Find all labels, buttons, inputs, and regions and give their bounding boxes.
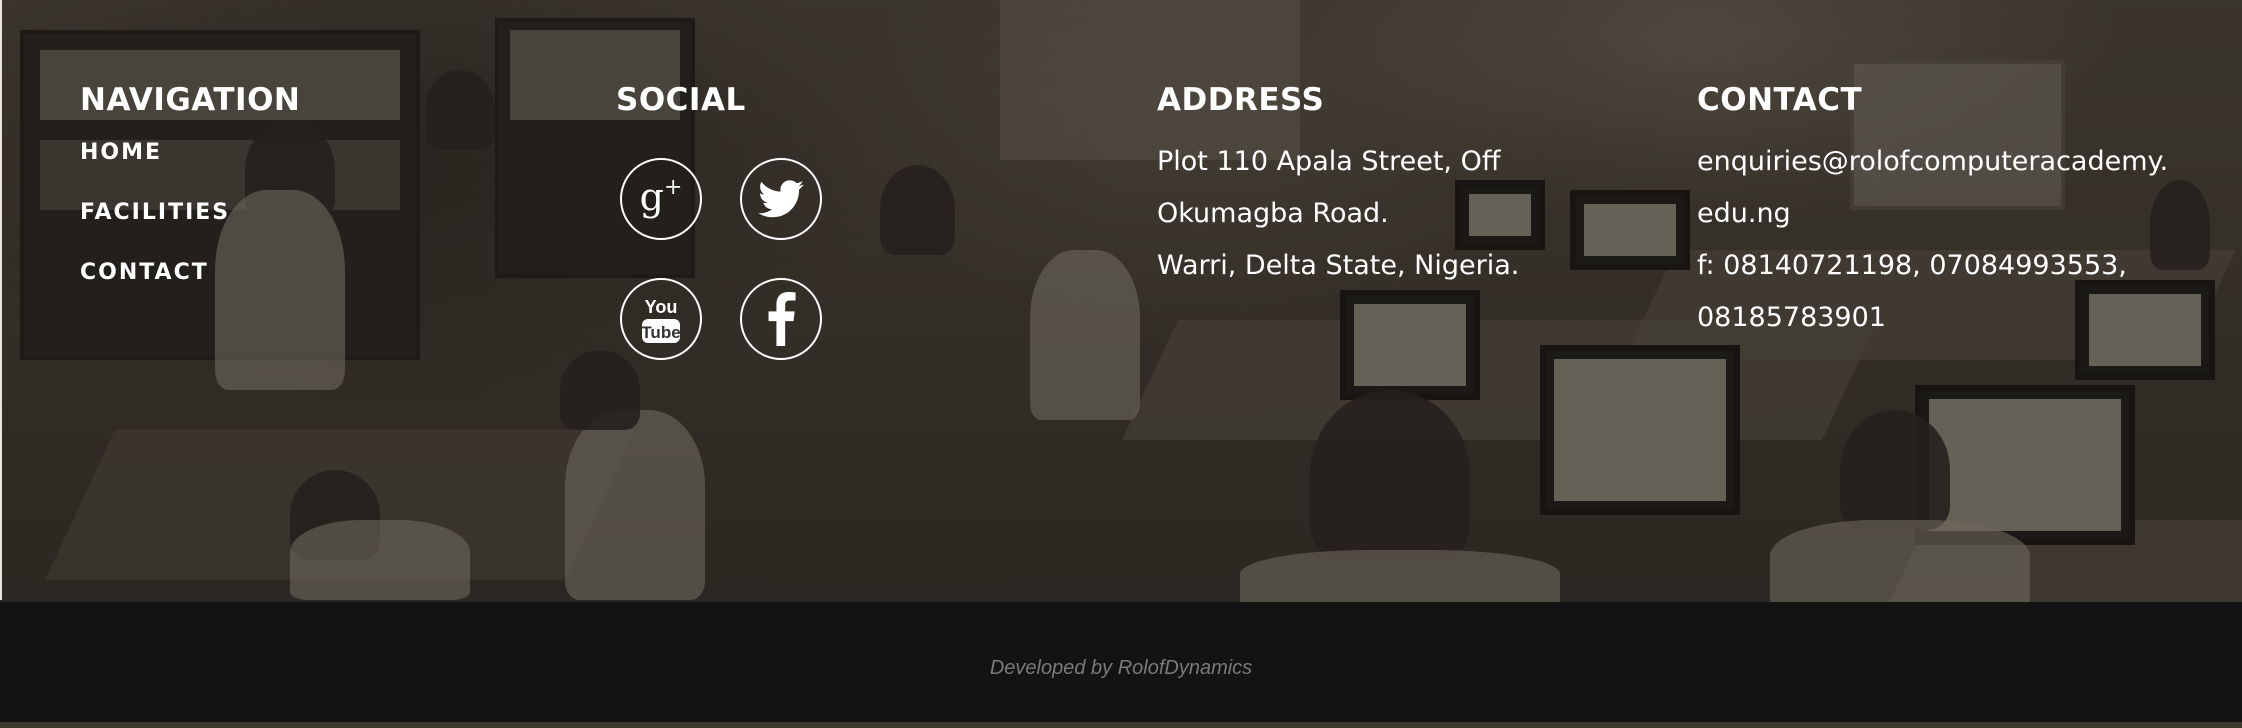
nav-link-contact[interactable]: CONTACT (80, 260, 209, 285)
navigation-list: HOME FACILITIES CONTACT (80, 138, 300, 318)
facebook-icon (768, 292, 796, 346)
contact-email-line-1[interactable]: enquiries@rolofcomputeracademy. (1697, 136, 2217, 188)
nav-link-facilities[interactable]: FACILITIES (80, 200, 230, 225)
contact-text: enquiries@rolofcomputeracademy. edu.ng f… (1697, 136, 2217, 344)
navigation-column: NAVIGATION HOME FACILITIES CONTACT (80, 80, 300, 318)
footer-main: NAVIGATION HOME FACILITIES CONTACT SOCIA… (0, 0, 2242, 600)
nav-item-facilities: FACILITIES (80, 198, 300, 258)
twitter-button[interactable] (740, 158, 822, 240)
address-line-1: Plot 110 Apala Street, Off (1157, 146, 1501, 177)
contact-phone-line-2: 08185783901 (1697, 302, 1886, 333)
contact-heading: CONTACT (1697, 82, 1863, 118)
page: NAVIGATION HOME FACILITIES CONTACT SOCIA… (0, 0, 2242, 728)
google-plus-glyph: g (639, 175, 664, 219)
facebook-button[interactable] (740, 278, 822, 360)
nav-link-home[interactable]: HOME (80, 140, 162, 165)
footer-bottom-bar: Developed by RolofDynamics (0, 602, 2242, 722)
contact-email-line-2[interactable]: edu.ng (1697, 188, 2217, 240)
youtube-line2: Tube (641, 323, 680, 342)
social-column: SOCIAL g+ You Tube (616, 80, 856, 360)
social-heading: SOCIAL (616, 82, 746, 118)
developer-credit[interactable]: Developed by RolofDynamics (990, 657, 1252, 680)
address-text: Plot 110 Apala Street, Off Okumagba Road… (1157, 136, 1577, 292)
address-line-2: Okumagba Road. (1157, 198, 1389, 229)
youtube-icon: You Tube (641, 297, 681, 343)
google-plus-icon: g+ (639, 175, 683, 219)
twitter-icon (758, 180, 804, 218)
address-line-3: Warri, Delta State, Nigeria. (1157, 250, 1520, 281)
navigation-heading: NAVIGATION (80, 82, 301, 118)
bottom-strip (0, 722, 2242, 728)
google-plus-button[interactable]: g+ (620, 158, 702, 240)
social-icons: g+ You Tube (616, 120, 856, 360)
nav-item-contact: CONTACT (80, 258, 300, 318)
address-column: ADDRESS Plot 110 Apala Street, Off Okuma… (1157, 80, 1577, 292)
contact-phone-line-1: f: 08140721198, 07084993553, (1697, 250, 2127, 281)
google-plus-sup: + (663, 175, 683, 201)
youtube-line1: You (645, 297, 678, 317)
contact-column: CONTACT enquiries@rolofcomputeracademy. … (1697, 80, 2217, 344)
nav-item-home: HOME (80, 138, 300, 198)
address-heading: ADDRESS (1157, 82, 1325, 118)
youtube-button[interactable]: You Tube (620, 278, 702, 360)
